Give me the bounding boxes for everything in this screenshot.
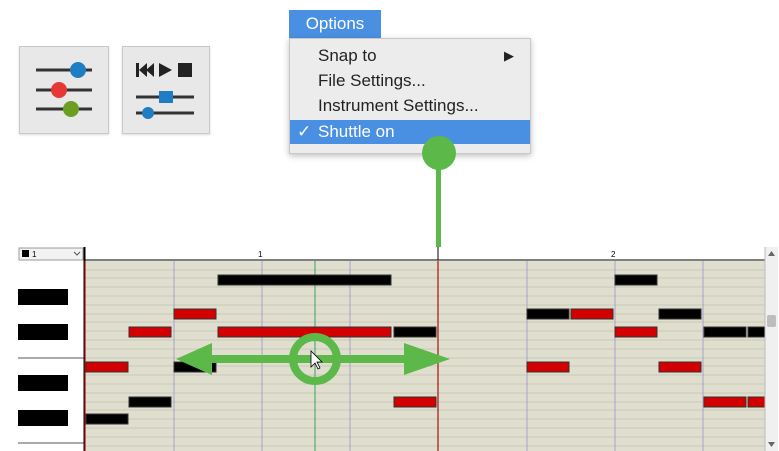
- note[interactable]: [747, 396, 766, 408]
- measure-label: 1: [258, 250, 263, 259]
- transport-button[interactable]: [122, 46, 210, 134]
- track-selector-value: 1: [32, 250, 37, 259]
- note[interactable]: [747, 326, 766, 338]
- note[interactable]: [703, 396, 747, 408]
- note[interactable]: [526, 308, 570, 320]
- note[interactable]: [526, 361, 570, 373]
- note[interactable]: [658, 361, 702, 373]
- piano-keyboard: [18, 247, 85, 451]
- note[interactable]: [393, 326, 437, 338]
- measure-label: 2: [611, 250, 616, 259]
- note[interactable]: [658, 308, 702, 320]
- menu-item-label: Instrument Settings...: [318, 96, 479, 115]
- checkmark-icon: ✓: [297, 122, 312, 141]
- piano-roll-editor: 1 1 2: [18, 247, 778, 451]
- note[interactable]: [217, 274, 392, 286]
- mixer-button[interactable]: [19, 46, 109, 134]
- options-dropdown: Snap to ▶ File Settings... Instrument Se…: [289, 38, 531, 154]
- callout-dot: [422, 136, 456, 170]
- note[interactable]: [128, 326, 172, 338]
- note[interactable]: [128, 396, 172, 408]
- menu-item-label: Snap to: [318, 46, 377, 65]
- note[interactable]: [614, 274, 658, 286]
- options-menu[interactable]: Options: [289, 10, 381, 38]
- vertical-scrollbar[interactable]: [764, 247, 778, 451]
- black-key: [18, 410, 68, 426]
- note[interactable]: [614, 326, 658, 338]
- note[interactable]: [85, 361, 129, 373]
- black-key: [18, 375, 68, 391]
- scroll-thumb[interactable]: [767, 315, 776, 327]
- submenu-arrow-icon: ▶: [504, 48, 514, 63]
- note[interactable]: [570, 308, 614, 320]
- black-key: [18, 324, 68, 340]
- menu-item-instrument-settings[interactable]: Instrument Settings...: [290, 94, 530, 118]
- note[interactable]: [85, 413, 129, 425]
- menu-item-snap-to[interactable]: Snap to ▶: [290, 44, 530, 68]
- menu-item-file-settings[interactable]: File Settings...: [290, 69, 530, 93]
- transport-controls-icon: [136, 63, 194, 119]
- menu-item-label: File Settings...: [318, 71, 426, 90]
- track-selector[interactable]: 1: [18, 247, 84, 261]
- mixer-sliders-icon: [36, 62, 92, 117]
- menu-item-shuttle-on[interactable]: ✓ Shuttle on: [290, 120, 530, 144]
- note[interactable]: [173, 308, 217, 320]
- black-key: [18, 289, 68, 305]
- note[interactable]: [703, 326, 747, 338]
- note[interactable]: [393, 396, 437, 408]
- menu-item-label: Shuttle on: [318, 122, 395, 141]
